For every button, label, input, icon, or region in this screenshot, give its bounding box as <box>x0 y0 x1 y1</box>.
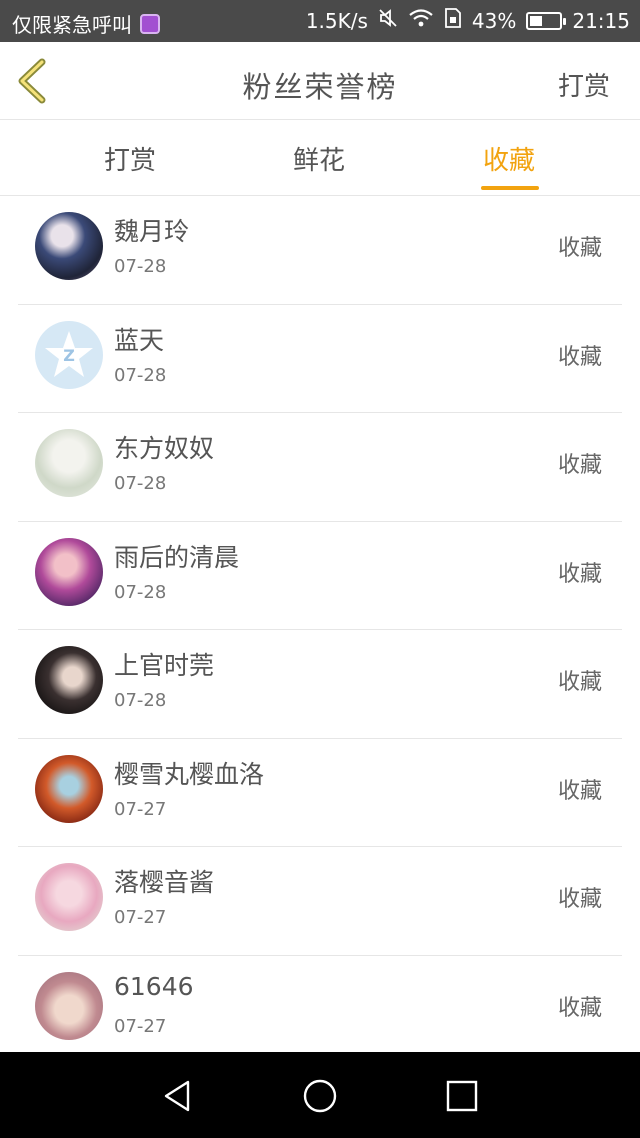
fan-action-label: 收藏 <box>557 236 602 261</box>
gallery-notification-icon <box>140 13 160 34</box>
svg-text:Z: Z <box>63 346 75 365</box>
list-item[interactable]: 上官时莞 07-28 收藏 <box>18 630 622 739</box>
fan-date: 07-27 <box>114 907 167 928</box>
reward-button[interactable]: 打赏 <box>558 66 610 103</box>
mute-icon <box>378 8 398 33</box>
fan-date: 07-28 <box>114 364 167 386</box>
fan-date: 07-27 <box>114 798 167 820</box>
fan-action-label: 收藏 <box>557 344 602 370</box>
default-star-avatar-icon: Z <box>45 330 93 377</box>
list-item[interactable]: 61646 07-27 收藏 <box>18 956 622 1064</box>
list-item[interactable]: Z 蓝天 07-28 收藏 <box>18 305 622 413</box>
avatar <box>35 971 103 1040</box>
list-item[interactable]: 魏月玲 07-28 收藏 <box>18 196 622 305</box>
page-title: 粉丝荣誉榜 <box>242 70 398 104</box>
fan-name: 落樱音酱 <box>114 868 215 897</box>
fan-action-label: 收藏 <box>557 453 602 478</box>
fan-action-label: 收藏 <box>557 995 602 1021</box>
square-recents-icon <box>446 1080 478 1112</box>
carrier-status-text: 仅限紧急呼叫 <box>12 13 132 37</box>
list-item[interactable]: 雨后的清晨 07-28 收藏 <box>18 522 622 630</box>
avatar <box>35 212 103 280</box>
status-bar: 仅限紧急呼叫 1.5K/s 43% 21:15 <box>0 0 640 42</box>
list-item[interactable]: 樱雪丸樱血洛 07-27 收藏 <box>18 739 622 847</box>
fan-action-label: 收藏 <box>557 670 602 695</box>
battery-icon <box>526 11 567 30</box>
list-item[interactable]: 东方奴奴 07-28 收藏 <box>18 413 622 522</box>
fan-name: 樱雪丸樱血洛 <box>114 759 265 789</box>
fan-name: 魏月玲 <box>114 217 190 246</box>
fan-action-label: 收藏 <box>557 778 602 804</box>
fan-date: 07-28 <box>114 256 167 277</box>
avatar <box>35 537 103 606</box>
circle-home-icon <box>303 1079 337 1113</box>
sim-card-icon <box>444 8 462 33</box>
app-header: 粉丝荣誉榜 打赏 <box>0 42 640 120</box>
nav-home-button[interactable] <box>300 1076 340 1116</box>
tab-favorites[interactable]: 收藏 <box>483 140 535 177</box>
fan-name: 雨后的清晨 <box>114 542 240 572</box>
fan-name: 蓝天 <box>114 325 165 355</box>
avatar <box>35 863 103 931</box>
tab-flowers[interactable]: 鲜花 <box>293 140 345 177</box>
avatar <box>35 429 103 497</box>
triangle-back-icon <box>164 1080 190 1112</box>
tab-reward[interactable]: 打赏 <box>104 140 156 177</box>
list-item[interactable]: 落樱音酱 07-27 收藏 <box>18 847 622 956</box>
avatar: Z <box>35 320 103 389</box>
fan-date: 07-28 <box>114 690 167 711</box>
fan-date: 07-27 <box>114 1015 167 1037</box>
nav-recents-button[interactable] <box>442 1076 482 1116</box>
fan-list: 魏月玲 07-28 收藏 Z 蓝天 07-28 收藏 东方奴奴 07-28 收藏… <box>0 196 640 1064</box>
fan-name: 61646 <box>114 971 194 1001</box>
nav-back-button[interactable] <box>158 1076 198 1116</box>
fan-action-label: 收藏 <box>557 561 602 587</box>
avatar <box>35 754 103 823</box>
active-tab-indicator <box>481 186 539 190</box>
clock: 21:15 <box>572 8 630 33</box>
fan-name: 上官时莞 <box>114 651 215 680</box>
battery-percent: 43% <box>471 8 517 33</box>
fan-action-label: 收藏 <box>557 887 602 912</box>
network-speed: 1.5K/s <box>305 8 368 33</box>
fan-name: 东方奴奴 <box>114 434 215 463</box>
fan-date: 07-28 <box>114 581 167 603</box>
fan-date: 07-28 <box>114 473 167 494</box>
system-navigation-bar <box>0 1052 640 1138</box>
tab-bar: 打赏 鲜花 收藏 <box>0 120 640 196</box>
wifi-icon <box>408 8 434 33</box>
avatar <box>35 646 103 714</box>
